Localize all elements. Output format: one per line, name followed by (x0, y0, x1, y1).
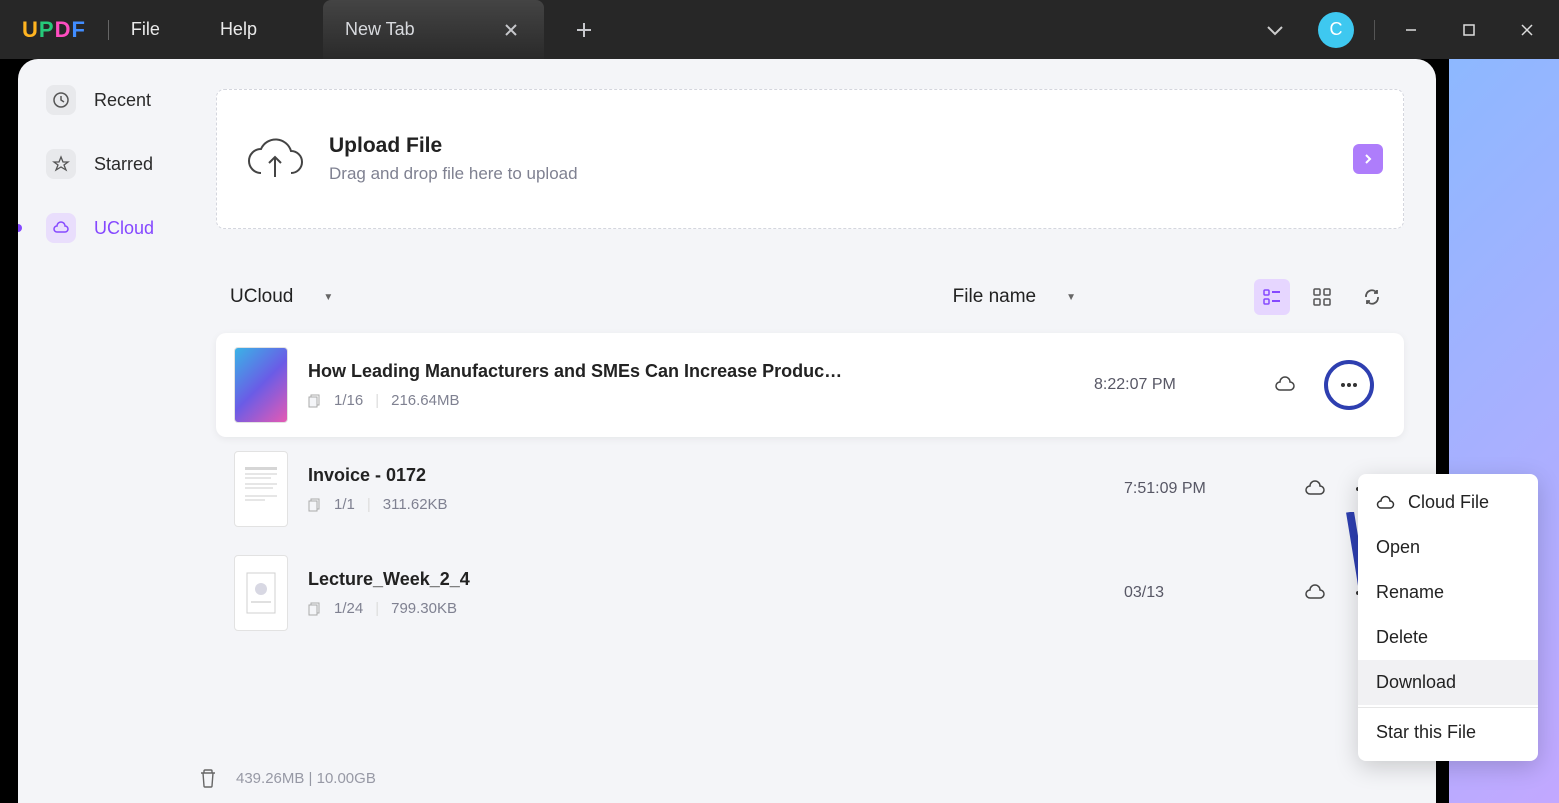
logo-f: F (71, 17, 85, 42)
file-time: 8:22:07 PM (1094, 376, 1274, 394)
pages-icon (308, 394, 322, 408)
list-toolbar: UCloud ▼ File name ▼ (216, 279, 1404, 315)
file-size: 799.30KB (391, 600, 457, 617)
location-label: UCloud (230, 286, 293, 308)
storage-text: 439.26MB | 10.00GB (236, 770, 376, 787)
cloud-status-icon[interactable] (1304, 582, 1326, 604)
context-menu-header: Cloud File (1358, 480, 1538, 525)
file-meta: 1/1 | 311.62KB (308, 496, 1124, 513)
file-thumbnail (234, 451, 288, 527)
file-thumbnail (234, 347, 288, 423)
content-area: UCloud ▼ File name ▼ (216, 279, 1404, 645)
caret-down-icon: ▼ (323, 292, 333, 303)
logo-u: U (22, 17, 39, 42)
app-logo: UPDF (22, 17, 86, 43)
menu-file[interactable]: File (131, 19, 160, 40)
sidebar-label: UCloud (94, 218, 154, 239)
file-info: Invoice - 0172 1/1 | 311.62KB (308, 465, 1124, 513)
pages-icon (308, 498, 322, 512)
divider (1374, 20, 1375, 40)
file-meta: 1/16 | 216.64MB (308, 392, 1094, 409)
pages-icon (308, 602, 322, 616)
context-menu: Cloud File Open Rename Delete Download S… (1358, 474, 1538, 761)
footer: 439.26MB | 10.00GB (184, 753, 1436, 803)
file-size: 216.64MB (391, 392, 459, 409)
file-list: How Leading Manufacturers and SMEs Can I… (216, 333, 1404, 645)
new-tab-button[interactable] (572, 18, 596, 42)
context-menu-open[interactable]: Open (1358, 525, 1538, 570)
user-avatar[interactable]: C (1318, 12, 1354, 48)
file-size: 311.62KB (383, 496, 448, 513)
file-name: Lecture_Week_2_4 (308, 569, 848, 590)
sidebar-item-recent[interactable]: Recent (46, 85, 184, 115)
upload-dropzone[interactable]: Upload File Drag and drop file here to u… (216, 89, 1404, 229)
location-dropdown[interactable]: UCloud ▼ (230, 286, 333, 308)
refresh-button[interactable] (1354, 279, 1390, 315)
tab-close-icon[interactable] (500, 19, 522, 41)
cloud-status-icon[interactable] (1274, 374, 1296, 396)
upload-text: Upload File Drag and drop file here to u… (329, 134, 578, 184)
file-row[interactable]: Lecture_Week_2_4 1/24 | 799.30KB 03/13 (216, 541, 1404, 645)
context-menu-rename[interactable]: Rename (1358, 570, 1538, 615)
cloud-status-icon[interactable] (1304, 478, 1326, 500)
logo-d: D (55, 17, 72, 42)
tab-new-tab[interactable]: New Tab (323, 0, 544, 59)
file-info: How Leading Manufacturers and SMEs Can I… (308, 361, 1094, 409)
titlebar-right: C (1260, 12, 1549, 48)
list-view-button[interactable] (1254, 279, 1290, 315)
file-pages: 1/24 (334, 600, 363, 617)
context-menu-download[interactable]: Download (1358, 660, 1538, 705)
file-time: 7:51:09 PM (1124, 480, 1304, 498)
file-pages: 1/16 (334, 392, 363, 409)
upload-expand-button[interactable] (1353, 144, 1383, 174)
sidebar: Recent Starred UCloud (18, 59, 184, 803)
menu-help[interactable]: Help (220, 19, 257, 40)
divider (108, 20, 109, 40)
more-options-button[interactable] (1324, 360, 1374, 410)
context-menu-star[interactable]: Star this File (1358, 710, 1538, 755)
file-row[interactable]: Invoice - 0172 1/1 | 311.62KB 7:51:09 PM (216, 437, 1404, 541)
file-pages: 1/1 (334, 496, 355, 513)
cloud-icon (1376, 493, 1396, 513)
context-header-label: Cloud File (1408, 492, 1489, 513)
file-name: Invoice - 0172 (308, 465, 848, 486)
context-menu-delete[interactable]: Delete (1358, 615, 1538, 660)
upload-subtitle: Drag and drop file here to upload (329, 164, 578, 184)
file-name: How Leading Manufacturers and SMEs Can I… (308, 361, 848, 382)
sidebar-label: Recent (94, 90, 151, 111)
file-thumbnail (234, 555, 288, 631)
logo-p: P (39, 17, 55, 42)
sort-label: File name (953, 286, 1036, 308)
sidebar-label: Starred (94, 154, 153, 175)
file-meta: 1/24 | 799.30KB (308, 600, 1124, 617)
file-info: Lecture_Week_2_4 1/24 | 799.30KB (308, 569, 1124, 617)
grid-view-button[interactable] (1304, 279, 1340, 315)
star-icon (46, 149, 76, 179)
cloud-upload-icon (245, 133, 305, 185)
window-maximize-button[interactable] (1447, 12, 1491, 48)
chevron-down-icon[interactable] (1260, 18, 1290, 42)
file-time: 03/13 (1124, 584, 1304, 602)
caret-down-icon: ▼ (1066, 292, 1076, 303)
sidebar-item-starred[interactable]: Starred (46, 149, 184, 179)
app-body: Recent Starred UCloud Upload File Drag a… (18, 59, 1436, 803)
main-content: Upload File Drag and drop file here to u… (184, 59, 1436, 803)
menu-separator (1358, 707, 1538, 708)
window-minimize-button[interactable] (1389, 12, 1433, 48)
tab-label: New Tab (345, 19, 415, 40)
upload-title: Upload File (329, 134, 578, 158)
trash-button[interactable] (198, 767, 218, 789)
row-actions (1274, 360, 1374, 410)
sort-dropdown[interactable]: File name ▼ (953, 286, 1076, 308)
cloud-icon (46, 213, 76, 243)
clock-icon (46, 85, 76, 115)
sidebar-item-ucloud[interactable]: UCloud (46, 213, 184, 243)
file-row[interactable]: How Leading Manufacturers and SMEs Can I… (216, 333, 1404, 437)
window-close-button[interactable] (1505, 12, 1549, 48)
active-indicator (18, 224, 22, 232)
titlebar: UPDF File Help New Tab C (0, 0, 1559, 59)
